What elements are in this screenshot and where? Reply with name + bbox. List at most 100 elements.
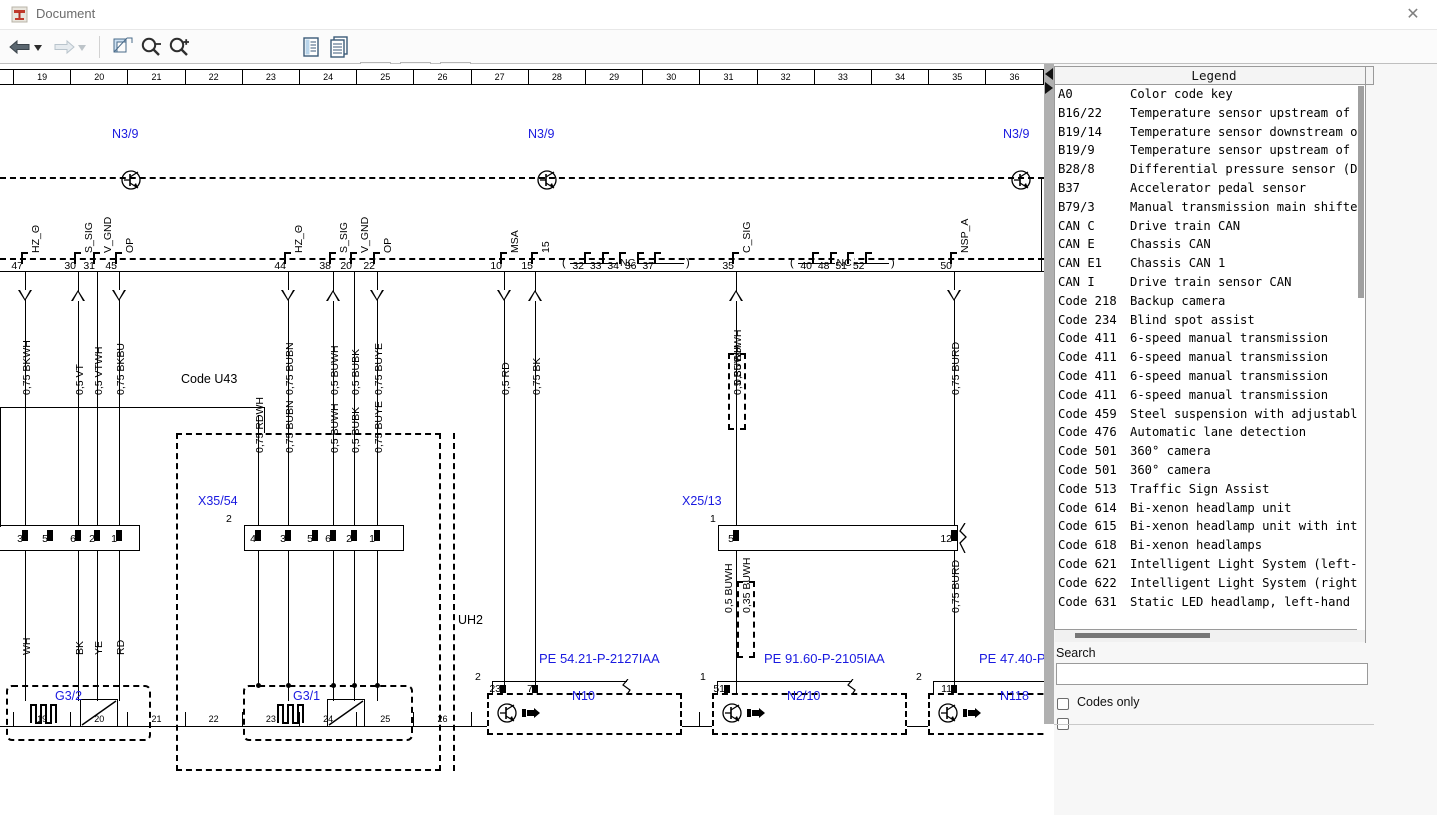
legend-row-code: Code 411 [1058, 348, 1130, 367]
legend-list[interactable]: A0Color code keyB16/22Temperature sensor… [1054, 85, 1366, 630]
legend-row[interactable]: CAN CDrive train CAN [1055, 217, 1365, 236]
legend-row[interactable]: Code 631Static LED headlamp, left-hand t… [1055, 593, 1365, 612]
close-icon[interactable]: ✕ [1401, 5, 1425, 25]
pin-number: 36 [619, 260, 637, 272]
wire-direction-arrow [281, 290, 295, 301]
ruler-tick: 22 [186, 70, 243, 84]
connector-pin-number: 1 [359, 533, 375, 545]
document-pane[interactable]: 192021222324252627282930313233343536 192… [0, 64, 1044, 815]
legend-row[interactable]: Code 614Bi-xenon headlamp unit [1055, 499, 1365, 518]
legend-row-desc: 6-speed manual transmission [1130, 350, 1328, 364]
wire-spec-label: 0,5 BUBK [350, 407, 362, 453]
legend-row[interactable]: Code 4116-speed manual transmission [1055, 329, 1365, 348]
legend-horizontal-scrollbar[interactable] [1055, 630, 1365, 642]
search-input[interactable] [1056, 663, 1368, 685]
continuous-page-view-icon[interactable] [325, 33, 353, 61]
wire-direction-arrow [18, 290, 32, 301]
legend-row-desc: Traffic Sign Assist [1130, 482, 1269, 496]
legend-row-code: Code 622 [1058, 574, 1130, 593]
legend-row[interactable]: Code 618Bi-xenon headlamps [1055, 536, 1365, 555]
legend-row[interactable]: B16/22Temperature sensor upstream of ca [1055, 104, 1365, 123]
pointing-hand-icon [522, 706, 542, 725]
legend-row[interactable]: CAN EChassis CAN [1055, 235, 1365, 254]
legend-row-desc: Bi-xenon headlamp unit [1130, 501, 1291, 515]
pe-reference-label[interactable]: PE 47.40-P [979, 651, 1044, 666]
legend-row[interactable]: Code 622Intelligent Light System (right-… [1055, 574, 1365, 593]
window-title: Document [36, 6, 95, 21]
legend-row[interactable]: Code 501360° camera [1055, 461, 1365, 480]
connector-pin-number: 6 [60, 533, 76, 545]
pin-number: 34 [601, 260, 619, 272]
pin-number: 38 [313, 260, 331, 272]
legend-vscroll-thumb[interactable] [1358, 86, 1364, 298]
connector-pin-number: 4 [240, 533, 256, 545]
legend-row[interactable]: Code 621Intelligent Light System (left-h… [1055, 555, 1365, 574]
wire-line [97, 271, 98, 701]
wire-line [933, 681, 1044, 682]
legend-row[interactable]: Code 218Backup camera [1055, 292, 1365, 311]
pe-reference-label[interactable]: PE 54.21-P-2127IAA [539, 651, 660, 666]
legend-row-desc: 6-speed manual transmission [1130, 388, 1328, 402]
zoom-out-icon[interactable] [137, 33, 165, 61]
panel-splitter[interactable] [1044, 64, 1054, 724]
legend-row[interactable]: Code 501360° camera [1055, 442, 1365, 461]
ruler-tick: 26 [414, 70, 471, 84]
legend-row[interactable]: Code 615Bi-xenon headlamp unit with inte… [1055, 517, 1365, 536]
legend-row[interactable]: Code 4116-speed manual transmission [1055, 367, 1365, 386]
fit-page-icon[interactable] [108, 33, 136, 61]
legend-panel: Legend A0Color code keyB16/22Temperature… [1054, 64, 1437, 815]
ruler-tick: 32 [758, 70, 815, 84]
ruler-tick: 35 [929, 70, 986, 84]
wire-direction-arrow [947, 290, 961, 301]
connector-pin-number: 3 [270, 533, 286, 545]
wire-line [717, 681, 852, 682]
legend-row-code: A0 [1058, 85, 1130, 104]
pin-signal-label: 15 [540, 241, 552, 253]
component-name-label: G3/2 [55, 689, 82, 703]
legend-row-desc: Intelligent Light System (right-h [1130, 576, 1365, 590]
legend-row[interactable]: B19/14Temperature sensor downstream of [1055, 123, 1365, 142]
back-dropdown-icon[interactable] [30, 33, 46, 61]
control-unit-symbol-icon [535, 168, 559, 192]
legend-row[interactable]: Code 4116-speed manual transmission [1055, 348, 1365, 367]
legend-row[interactable]: Code 513Traffic Sign Assist [1055, 480, 1365, 499]
component-name-label: N10 [572, 689, 595, 703]
legend-row[interactable]: Code 234Blind spot assist [1055, 311, 1365, 330]
legend-hscroll-thumb[interactable] [1075, 633, 1210, 638]
wire-color-label: BK [74, 641, 86, 655]
wire-color-label: RD [115, 640, 127, 655]
connector-pin-number: 5 [716, 533, 734, 545]
legend-row[interactable]: Code 476Automatic lane detection [1055, 423, 1365, 442]
zoom-in-icon[interactable] [165, 33, 193, 61]
collapse-right-icon[interactable] [1045, 82, 1053, 94]
legend-row[interactable]: Code 459Steel suspension with adjustable [1055, 405, 1365, 424]
legend-row[interactable]: CAN IDrive train sensor CAN [1055, 273, 1365, 292]
connector-pin-number: 12 [934, 533, 952, 545]
wiring-diagram-canvas[interactable]: N3/9N3/9N3/9Code U43UH2HZ_Θ470,75 BKWHS_… [0, 85, 1044, 712]
single-page-view-icon[interactable] [297, 33, 325, 61]
ruler-top: 192021222324252627282930313233343536 [0, 69, 1044, 85]
legend-row[interactable]: B79/3Manual transmission main shifter [1055, 198, 1365, 217]
pe-reference-label[interactable]: PE 91.60-P-2105IAA [764, 651, 885, 666]
ruler-tick: 19 [14, 70, 71, 84]
legend-row-code: Code 501 [1058, 461, 1130, 480]
legend-row[interactable]: B19/9Temperature sensor upstream of di [1055, 141, 1365, 160]
pin-number: 10 [484, 260, 502, 272]
legend-row-code: CAN E [1058, 235, 1130, 254]
legend-row-code: Code 234 [1058, 311, 1130, 330]
legend-row[interactable]: A0Color code key [1055, 85, 1365, 104]
control-unit-symbol-icon [1009, 168, 1033, 192]
legend-row[interactable]: CAN E1Chassis CAN 1 [1055, 254, 1365, 273]
collapse-left-icon[interactable] [1045, 68, 1053, 80]
legend-row[interactable]: Code 4116-speed manual transmission [1055, 386, 1365, 405]
wire-line [1041, 177, 1042, 271]
legend-row-code: Code 631 [1058, 593, 1130, 612]
component-name-label: X35/54 [198, 494, 238, 508]
wire-spec-label: 0,5 BUBK [350, 349, 362, 395]
legend-row[interactable]: B28/8Differential pressure sensor (DPF [1055, 160, 1365, 179]
checkbox-box[interactable] [1057, 698, 1069, 710]
connector-break-symbol-icon [956, 523, 970, 558]
ruler-tick: 31 [700, 70, 757, 84]
pin-number: 37 [636, 260, 654, 272]
legend-row[interactable]: B37Accelerator pedal sensor [1055, 179, 1365, 198]
